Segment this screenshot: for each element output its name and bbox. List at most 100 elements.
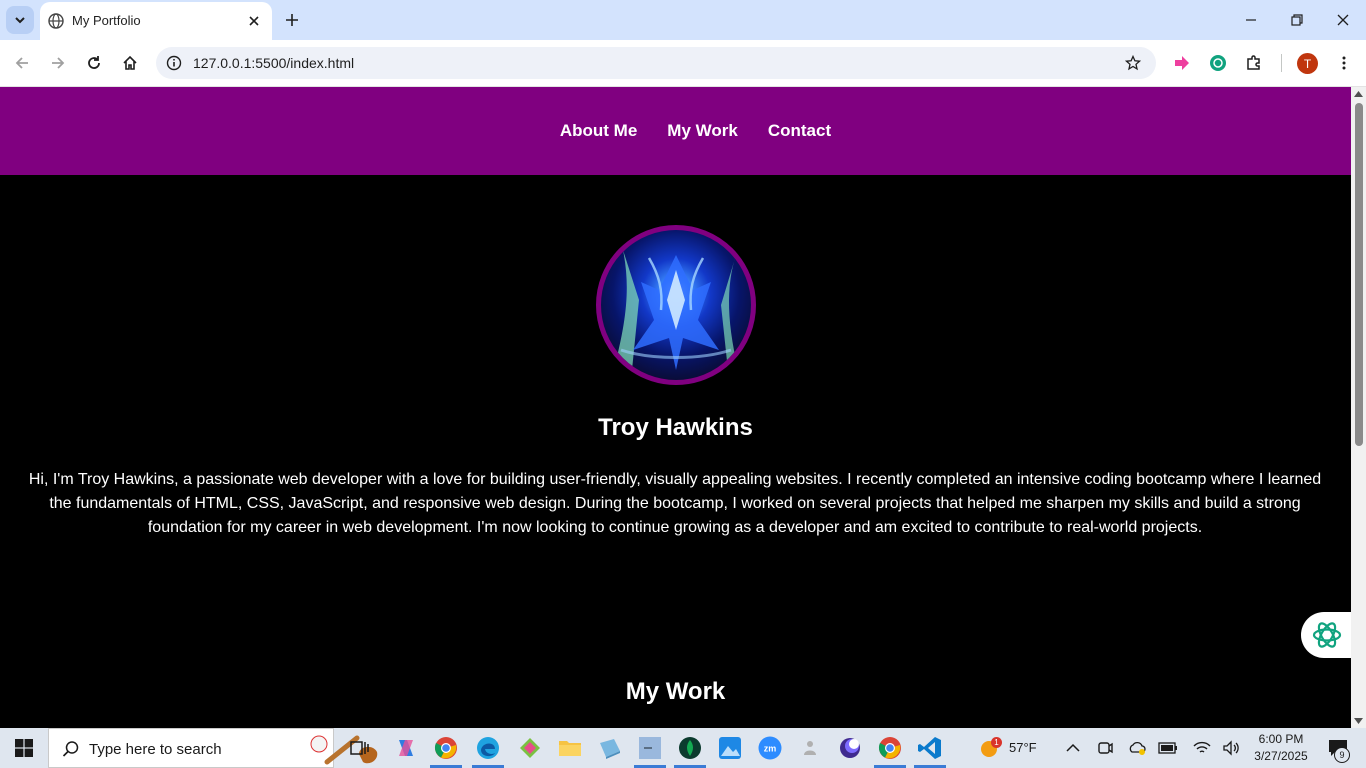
taskbar-zoom[interactable]: zm [750,728,790,768]
start-button[interactable] [0,728,48,768]
vscode-icon [918,737,941,759]
taskbar-notes-app[interactable] [590,728,630,768]
weather-temperature: 57°F [1009,740,1037,755]
meet-icon [1098,742,1113,754]
tray-network[interactable] [1192,738,1212,758]
taskbar-user-app[interactable] [790,728,830,768]
bio-paragraph: Hi, I'm Troy Hawkins, a passionate web d… [28,471,1322,536]
task-view-icon [350,741,369,755]
minimize-icon [1246,19,1256,21]
tray-battery[interactable] [1158,738,1178,758]
speaker-icon [1223,740,1239,756]
chrome-icon [434,737,457,759]
menu-button[interactable] [1330,49,1358,77]
taskbar-purple-app[interactable] [830,728,870,768]
person-icon [804,741,816,755]
extension-arrow-button[interactable] [1168,49,1196,77]
nav-link-about[interactable]: About Me [560,121,637,141]
globe-icon [48,13,64,29]
folder-icon [559,741,581,756]
nav-link-work[interactable]: My Work [667,121,738,141]
taskbar-search-box[interactable]: Type here to search [48,728,378,768]
chatgpt-extension-button[interactable] [1204,49,1232,77]
close-tab-icon[interactable] [244,11,264,31]
search-icon [61,739,81,759]
tab-search-button[interactable] [6,6,34,34]
close-window-button[interactable] [1320,0,1366,40]
browser-toolbar: 127.0.0.1:5500/index.html T [0,40,1366,87]
clock-date: 3/27/2025 [1254,749,1308,763]
toolbar-divider [1281,54,1282,72]
clock-time: 6:00 PM [1258,732,1304,746]
profile-photo-art [611,250,741,380]
edge-icon [477,737,499,759]
address-bar[interactable]: 127.0.0.1:5500/index.html [156,47,1156,79]
notification-count-badge: 9 [1334,747,1350,763]
taskbar-copilot[interactable] [386,728,426,768]
taskbar-window-app[interactable] [630,728,670,768]
extensions-button[interactable] [1240,49,1268,77]
taskbar-file-explorer[interactable] [550,728,590,768]
taskbar-chrome[interactable] [426,728,466,768]
my-work-heading: My Work [625,678,726,705]
taskbar-chrome-2[interactable] [870,728,910,768]
page-viewport: About Me My Work Contact Troy Hawkins Hi… [0,87,1351,728]
git-diamond-icon [520,738,540,758]
profile-photo [596,225,756,385]
browser-tab-active[interactable]: My Portfolio [40,2,272,40]
show-hidden-icons-button[interactable] [1063,738,1083,758]
restore-button[interactable] [1274,0,1320,40]
name-heading: Troy Hawkins [598,414,753,441]
app-window-icon [639,737,661,759]
scroll-thumb[interactable] [1355,103,1363,446]
purple-moon-icon [840,738,860,758]
new-tab-button[interactable] [280,8,304,32]
reload-icon [88,56,100,69]
scroll-up-arrow-icon[interactable] [1351,87,1366,101]
restore-icon [1291,14,1303,26]
page-scrollbar[interactable] [1351,87,1366,728]
url-text[interactable]: 127.0.0.1:5500/index.html [193,55,354,71]
site-navbar: About Me My Work Contact [0,87,1351,175]
minimize-button[interactable] [1228,0,1274,40]
plus-icon [286,14,298,26]
reload-button[interactable] [80,49,108,77]
photos-icon [719,737,741,759]
notes-icon [600,739,620,759]
bookmark-star-icon[interactable] [1122,52,1144,74]
taskbar-clock[interactable]: 6:00 PM 3/27/2025 [1246,731,1316,765]
floating-chatgpt-button[interactable] [1301,612,1351,658]
home-button[interactable] [116,49,144,77]
weather-alert-badge: 1 [991,737,1002,748]
tray-meet-now[interactable] [1095,738,1115,758]
chatgpt-icon [1210,55,1226,71]
task-view-button[interactable] [340,728,380,768]
cloud-warning-icon [1129,741,1146,755]
profile-avatar[interactable]: T [1297,53,1318,74]
close-icon [1337,14,1349,26]
taskbar-weather[interactable]: 1 57°F [975,728,1051,768]
taskbar-git-app[interactable] [510,728,550,768]
pink-arrow-extension-icon [1175,56,1189,70]
nav-link-contact[interactable]: Contact [768,121,831,141]
taskbar-photos[interactable] [710,728,750,768]
kebab-menu-icon [1342,56,1346,70]
taskbar-mongodb[interactable] [670,728,710,768]
taskbar-vscode[interactable] [910,728,950,768]
mongodb-leaf-icon [679,737,701,759]
browser-tab-bar: My Portfolio [0,0,1366,40]
tab-title: My Portfolio [72,13,141,28]
forward-button[interactable] [44,49,72,77]
taskbar-edge[interactable] [468,728,508,768]
windows-logo-icon [15,739,33,757]
back-button[interactable] [8,49,36,77]
svg-text:zm: zm [764,744,777,754]
chevron-down-icon [15,17,25,24]
notification-center-button[interactable]: 9 [1324,738,1352,763]
tray-cloud[interactable] [1127,738,1147,758]
chatgpt-knot-icon [1312,622,1342,648]
zoom-icon: zm [758,736,782,760]
site-info-icon[interactable] [164,53,184,73]
scroll-down-arrow-icon[interactable] [1351,714,1366,728]
tray-volume[interactable] [1221,738,1241,758]
